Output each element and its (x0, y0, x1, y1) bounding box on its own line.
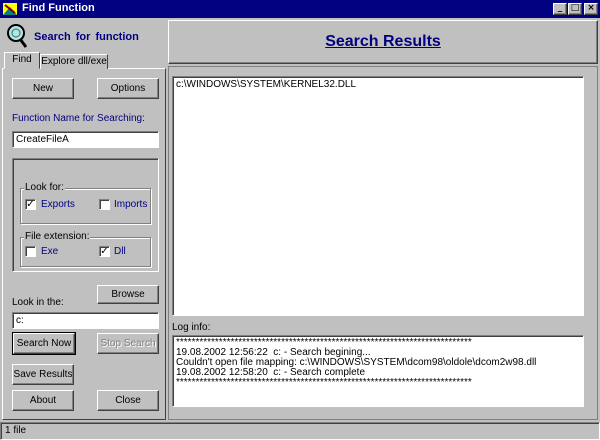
window-title: Find Function (22, 2, 95, 14)
options-button[interactable]: Options (97, 78, 159, 99)
exe-checkbox[interactable] (25, 246, 36, 257)
exe-label[interactable]: Exe (41, 246, 58, 257)
search-for-function-label: Search for function (34, 31, 139, 43)
results-list[interactable]: c:\WINDOWS\SYSTEM\KERNEL32.DLL (172, 76, 584, 316)
maximize-button[interactable]: □ (568, 3, 582, 15)
status-text: 1 file (5, 425, 27, 436)
minimize-button[interactable]: _ (553, 3, 567, 15)
function-name-input[interactable]: CreateFileA (12, 131, 159, 148)
magnifier-icon (7, 24, 28, 48)
file-extension-title: File extension: (24, 231, 91, 242)
checkmark-icon: ✓ (100, 246, 109, 257)
imports-label[interactable]: Imports (114, 199, 147, 210)
log-info-label: Log info: (172, 322, 211, 333)
checkmark-icon: ✓ (26, 199, 35, 210)
tab-find[interactable]: Find (4, 52, 40, 69)
look-for-title: Look for: (24, 182, 65, 193)
look-in-input[interactable]: c: (12, 312, 159, 329)
dll-checkbox[interactable]: ✓ (99, 246, 110, 257)
status-bar: 1 file (0, 422, 600, 440)
log-line: ****************************************… (176, 377, 472, 388)
look-in-label: Look in the: (12, 297, 64, 308)
tab-explore[interactable]: Explore dll/exe (40, 54, 108, 69)
imports-checkbox[interactable] (99, 199, 110, 210)
minimize-icon: _ (557, 3, 563, 13)
about-button[interactable]: About (12, 390, 74, 411)
close-button[interactable]: Close (97, 390, 159, 411)
close-icon: × (587, 3, 595, 13)
search-now-button[interactable]: Search Now (12, 332, 76, 355)
exports-label[interactable]: Exports (41, 199, 75, 210)
stop-search-button[interactable]: Stop Search (97, 333, 159, 354)
app-icon (3, 3, 17, 15)
log-box[interactable]: ****************************************… (172, 335, 584, 407)
function-name-label: Function Name for Searching: (12, 113, 145, 124)
browse-button[interactable]: Browse (97, 285, 159, 304)
maximize-icon: □ (570, 3, 580, 13)
list-item[interactable]: c:\WINDOWS\SYSTEM\KERNEL32.DLL (176, 80, 580, 90)
save-results-button[interactable]: Save Results (12, 364, 74, 385)
results-title: Search Results (325, 33, 441, 50)
exports-checkbox[interactable]: ✓ (25, 199, 36, 210)
dll-label[interactable]: Dll (114, 246, 126, 257)
close-window-button[interactable]: × (584, 3, 598, 15)
new-button[interactable]: New (12, 78, 74, 99)
